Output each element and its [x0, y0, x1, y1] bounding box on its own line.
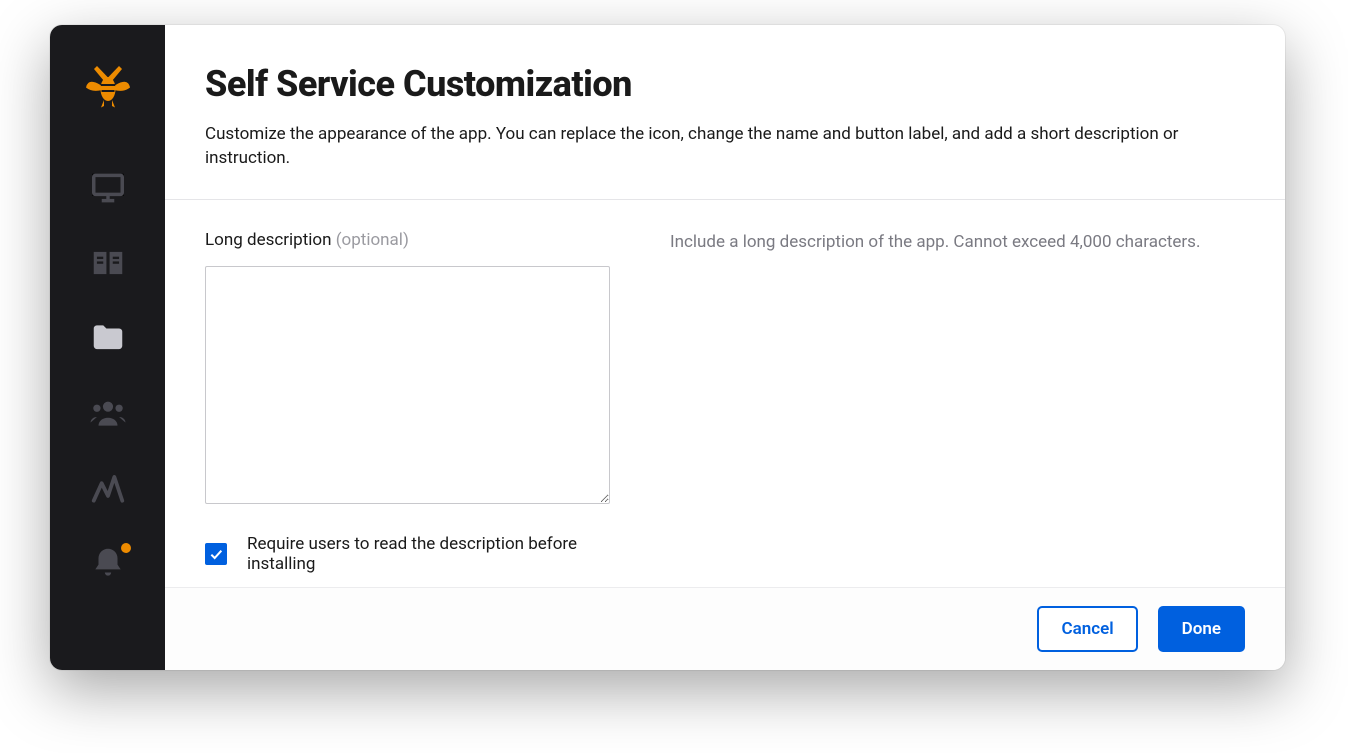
page-header: Self Service Customization Customize the… [165, 25, 1285, 199]
notification-dot [121, 543, 131, 553]
brand-logo [83, 60, 133, 110]
bee-icon [83, 60, 133, 110]
long-description-label-text: Long description [205, 230, 336, 250]
form-right-column: Include a long description of the app. C… [670, 230, 1245, 567]
app-window: Self Service Customization Customize the… [50, 25, 1285, 670]
sidebar-item-activity[interactable] [50, 450, 165, 525]
require-read-label: Require users to read the description be… [247, 534, 610, 574]
blueprint-icon [89, 244, 127, 282]
page-title: Self Service Customization [205, 63, 1245, 105]
long-description-helper: Include a long description of the app. C… [670, 230, 1245, 256]
sidebar-item-users[interactable] [50, 375, 165, 450]
sidebar [50, 25, 165, 670]
activity-icon [89, 469, 127, 507]
users-icon [89, 394, 127, 432]
check-icon [208, 546, 224, 562]
long-description-textarea[interactable] [205, 266, 610, 504]
require-read-row: Require users to read the description be… [205, 534, 610, 574]
monitor-icon [89, 169, 127, 207]
footer-actions: Cancel Done [165, 587, 1285, 670]
cancel-button[interactable]: Cancel [1037, 606, 1137, 652]
sidebar-item-alerts[interactable] [50, 525, 165, 600]
require-read-checkbox[interactable] [205, 543, 227, 565]
done-button[interactable]: Done [1158, 606, 1245, 652]
main-content: Self Service Customization Customize the… [165, 25, 1285, 670]
sidebar-item-library[interactable] [50, 300, 165, 375]
page-subtitle: Customize the appearance of the app. You… [205, 123, 1245, 171]
long-description-label: Long description (optional) [205, 230, 610, 250]
long-description-optional-hint: (optional) [336, 230, 409, 250]
folder-icon [89, 319, 127, 357]
form-left-column: Long description (optional) Require user… [205, 230, 610, 567]
sidebar-item-blueprints[interactable] [50, 225, 165, 300]
form-content: Long description (optional) Require user… [165, 200, 1285, 587]
sidebar-item-devices[interactable] [50, 150, 165, 225]
